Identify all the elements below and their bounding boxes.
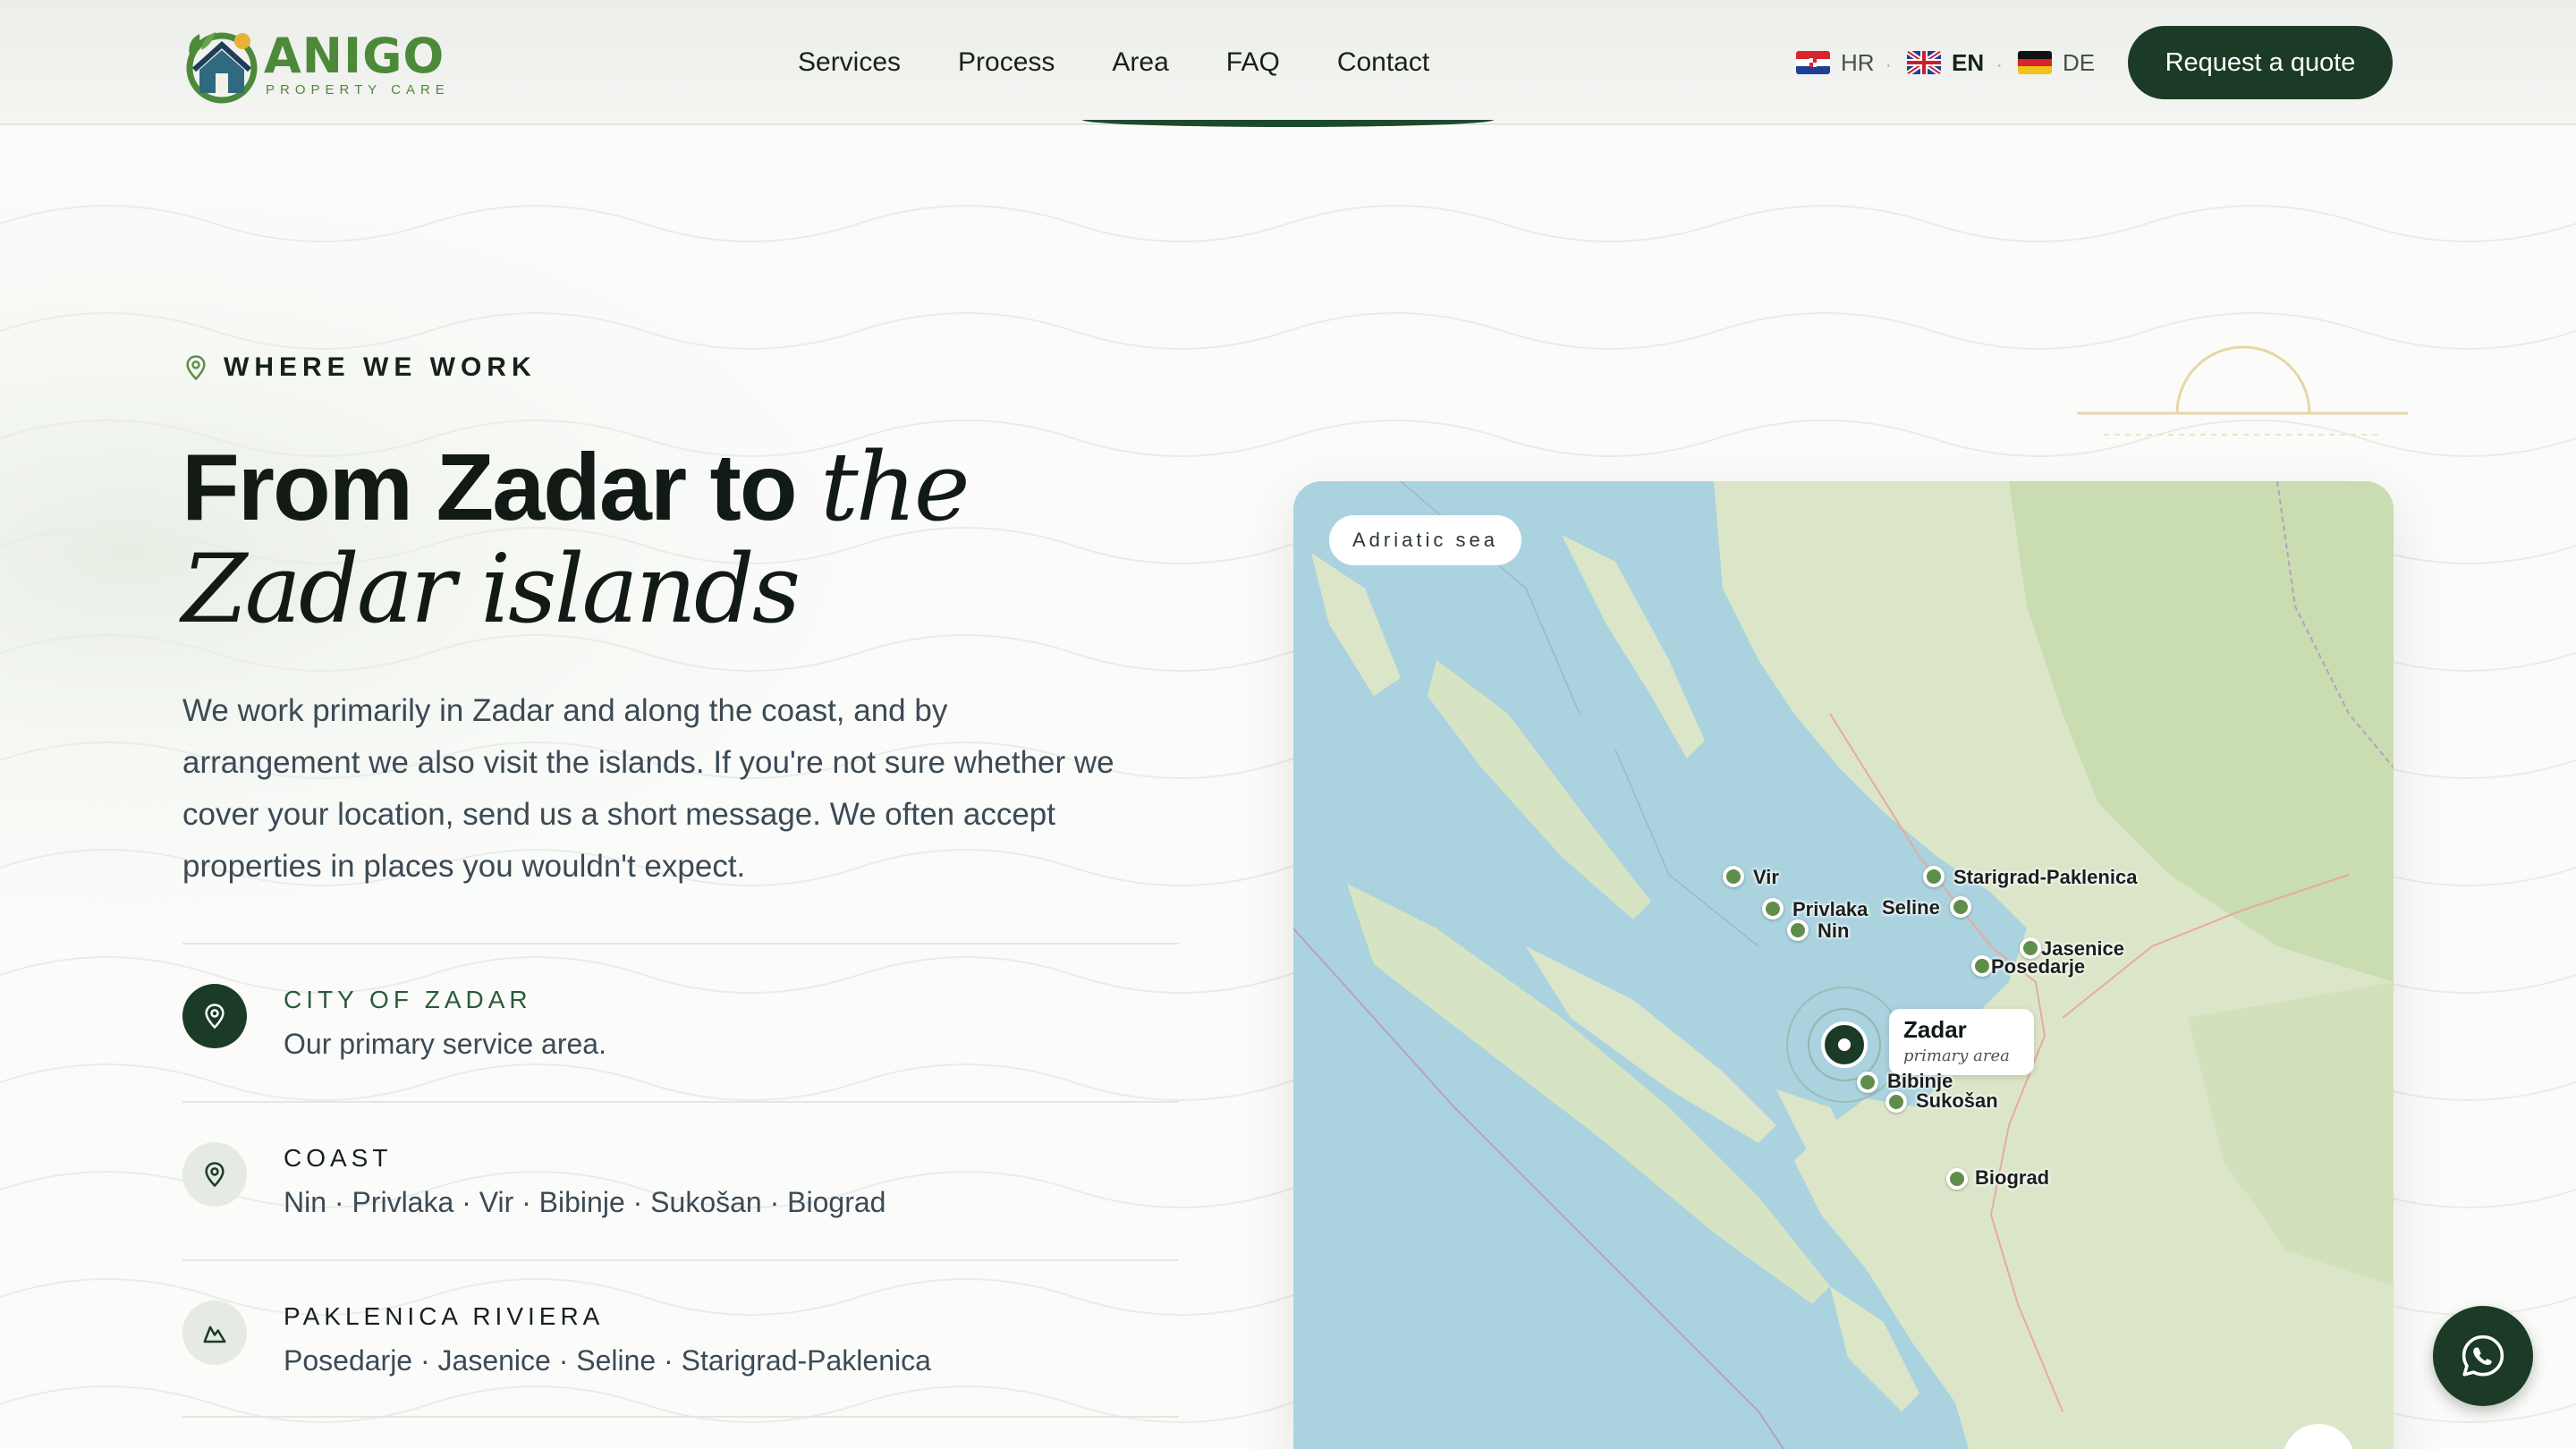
area-item-paklenica-riviera: PAKLENICA RIVIERA Posedarje · Jasenice ·…	[182, 1259, 1179, 1418]
whatsapp-icon	[2462, 1335, 2504, 1377]
logo-wordmark: ANIGO	[264, 28, 445, 84]
whatsapp-button[interactable]	[2433, 1306, 2533, 1406]
area-title: CITY OF ZADAR	[284, 986, 532, 1013]
service-area-list: CITY OF ZADAR Our primary service area. …	[182, 943, 1179, 1418]
nav-process[interactable]: Process	[958, 43, 1055, 82]
lang-hr[interactable]: HR	[1796, 47, 1875, 79]
area-title: COAST	[284, 1144, 393, 1172]
map-pin-vir[interactable]	[1723, 866, 1744, 887]
zadar-pin-name: Zadar	[1903, 1016, 1967, 1043]
area-description: Nin · Privlaka · Vir · Bibinje · Sukošan…	[284, 1186, 886, 1218]
request-quote-button[interactable]: Request a quote	[2128, 26, 2393, 99]
nav-services[interactable]: Services	[798, 43, 901, 82]
lang-en[interactable]: EN	[1907, 47, 1984, 79]
area-item-city-of-zadar: CITY OF ZADAR Our primary service area.	[182, 943, 1179, 1101]
logo[interactable]: ANIGO PROPERTY CARE	[182, 23, 450, 104]
section-intro: We work primarily in Zadar and along the…	[182, 693, 1114, 884]
section-title: From Zadar to the Zadar islands	[182, 436, 1255, 640]
map-tiles	[1293, 481, 2394, 1449]
site-header: ANIGO PROPERTY CARE Services Process Are…	[0, 0, 2576, 127]
lang-de[interactable]: DE	[2018, 47, 2095, 79]
map-pin-privlaka[interactable]	[1762, 898, 1784, 919]
map-pin-seline[interactable]	[1950, 896, 1971, 918]
main-nav: Services Process Area FAQ Contact	[798, 43, 1429, 82]
area-icon-badge	[182, 1142, 247, 1207]
map-pin-posedarje[interactable]	[1971, 955, 1993, 977]
map-pin-label: Seline	[1882, 896, 1940, 919]
title-plain: From Zadar to	[182, 435, 821, 540]
lang-de-label: DE	[2063, 48, 2096, 76]
zadar-pin-card[interactable]: Zadar primary area	[1889, 1009, 2034, 1075]
logo-tagline: PROPERTY CARE	[266, 82, 450, 97]
map-pin-icon	[205, 1162, 225, 1188]
zadar-pin-subtitle: primary area	[1903, 1046, 2010, 1065]
area-icon-badge	[182, 984, 247, 1048]
map-pin-label: Vir	[1753, 866, 1779, 888]
eyebrow-label: WHERE WE WORK	[224, 352, 537, 382]
map-pin-label: Nin	[1818, 919, 1850, 942]
nav-contact[interactable]: Contact	[1337, 43, 1429, 82]
nav-area[interactable]: Area	[1112, 43, 1168, 82]
map-pin-label: Biograd	[1975, 1166, 2050, 1189]
logo-house-icon	[186, 32, 258, 104]
area-title: PAKLENICA RIVIERA	[284, 1302, 605, 1330]
map-pin-label: Sukošan	[1916, 1089, 1998, 1112]
map-pin-nin[interactable]	[1787, 919, 1809, 941]
map-pin-starigrad-paklenica[interactable]	[1923, 866, 1945, 887]
map-pin-icon	[186, 355, 206, 381]
map-region-chip: Adriatic sea	[1329, 515, 1521, 565]
title-italic-islands: Zadar islands	[182, 534, 801, 644]
map-pin-label: Posedarje	[1991, 955, 2086, 978]
sun-horizon-decoration	[2077, 345, 2408, 436]
uk-flag-icon	[1907, 51, 1941, 74]
nav-active-indicator	[1082, 120, 1494, 127]
map-pin-bibinje[interactable]	[1857, 1072, 1878, 1093]
map-pin-label: Starigrad-Paklenica	[1953, 866, 2138, 888]
germany-flag-icon	[2018, 51, 2052, 74]
map-pin-sukosan[interactable]	[1885, 1091, 1907, 1113]
map-pin-biograd[interactable]	[1946, 1168, 1968, 1190]
croatia-flag-icon	[1796, 51, 1830, 74]
lang-separator: ·	[1996, 55, 2003, 75]
lang-en-label: EN	[1952, 48, 1985, 76]
mountain-icon	[203, 1326, 226, 1343]
area-description: Our primary service area.	[284, 1028, 606, 1060]
section-eyebrow: WHERE WE WORK	[182, 352, 537, 383]
map-pin-icon	[205, 1004, 225, 1030]
title-italic-the: the	[820, 432, 970, 542]
area-item-coast: COAST Nin · Privlaka · Vir · Bibinje · S…	[182, 1101, 1179, 1259]
lang-separator: ·	[1885, 55, 1892, 75]
service-area-map[interactable]: Adriatic sea Vir Privlaka Nin Seline Sta…	[1293, 481, 2394, 1449]
area-description: Posedarje · Jasenice · Seline · Starigra…	[284, 1344, 931, 1377]
lang-hr-label: HR	[1841, 48, 1875, 76]
nav-faq[interactable]: FAQ	[1226, 43, 1280, 82]
map-pin-label: Privlaka	[1792, 898, 1868, 920]
area-icon-badge	[182, 1301, 247, 1365]
